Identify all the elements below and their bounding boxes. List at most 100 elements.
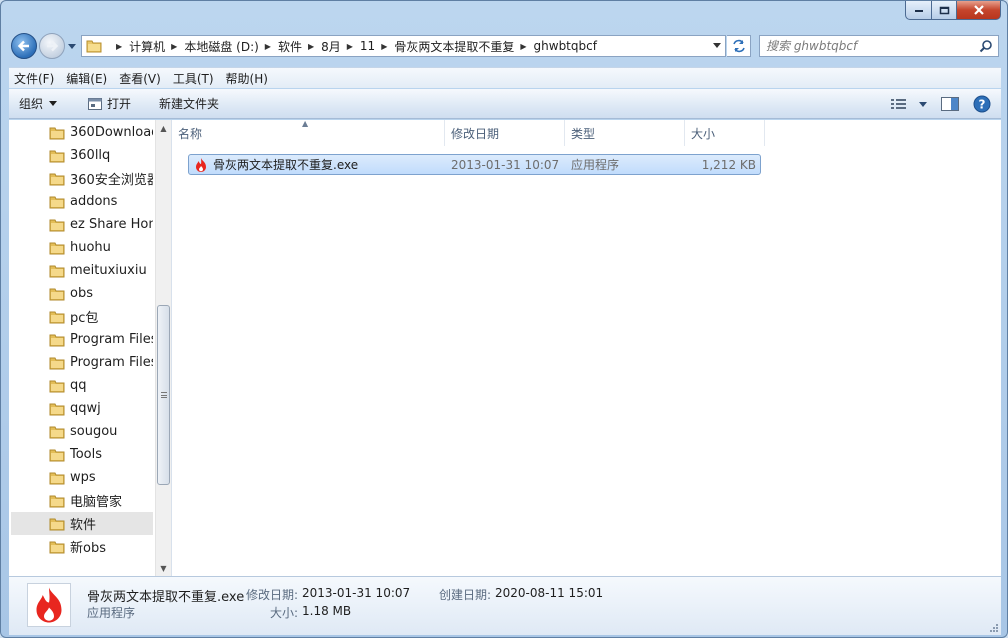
- breadcrumb-software[interactable]: 软件: [278, 38, 302, 55]
- nav-folder-label: pc包: [70, 311, 99, 326]
- recent-pages-dropdown[interactable]: [67, 41, 77, 51]
- nav-folder-label: obs: [70, 286, 93, 301]
- breadcrumb[interactable]: ▶ 计算机 ▶ 本地磁盘 (D:) ▶ 软件 ▶ 8月 ▶ 11 ▶ 骨灰两文本…: [81, 35, 726, 57]
- nav-folder-item[interactable]: wps: [11, 466, 153, 489]
- breadcrumb-drive-d[interactable]: 本地磁盘 (D:): [184, 38, 258, 55]
- search-input[interactable]: [760, 36, 970, 56]
- details-file-name: 骨灰两文本提取不重复.exe: [87, 590, 245, 605]
- column-modified[interactable]: 修改日期: [445, 120, 565, 146]
- nav-folder-item[interactable]: Program Files: [11, 328, 153, 351]
- breadcrumb-11[interactable]: 11: [360, 39, 375, 53]
- minimize-button[interactable]: [905, 1, 932, 20]
- open-button[interactable]: 打开: [77, 91, 141, 117]
- navigation-scrollbar[interactable]: ▲ ▼: [155, 120, 171, 576]
- folder-icon: [49, 495, 65, 507]
- breadcrumb-app-folder[interactable]: 骨灰两文本提取不重复: [394, 38, 514, 55]
- nav-folder-item[interactable]: 电脑管家: [11, 489, 153, 512]
- chevron-down-icon: [713, 43, 721, 48]
- nav-folder-item[interactable]: obs: [11, 282, 153, 305]
- nav-folder-item[interactable]: meituxiuxiu: [11, 259, 153, 282]
- nav-folder-label: wps: [70, 470, 96, 485]
- search-box[interactable]: [759, 35, 999, 57]
- file-size: 1,212 KB: [701, 157, 756, 172]
- menu-file[interactable]: 文件(F): [9, 70, 59, 87]
- nav-folder-item[interactable]: addons: [11, 190, 153, 213]
- breadcrumb-computer[interactable]: 计算机: [129, 38, 165, 55]
- nav-folder-item[interactable]: Tools: [11, 443, 153, 466]
- breadcrumb-august[interactable]: 8月: [321, 38, 341, 55]
- help-icon: ?: [973, 95, 991, 113]
- breadcrumb-separator-icon: ▶: [346, 41, 353, 51]
- scroll-up-icon[interactable]: ▲: [156, 120, 171, 136]
- nav-folder-item[interactable]: qq: [11, 374, 153, 397]
- close-button[interactable]: [957, 1, 1001, 20]
- nav-folder-item[interactable]: ez Share Home: [11, 213, 153, 236]
- resize-grip-icon[interactable]: [989, 623, 999, 633]
- change-view-button[interactable]: [891, 93, 927, 115]
- folder-icon: [49, 426, 65, 438]
- help-button[interactable]: ?: [973, 93, 991, 115]
- back-button[interactable]: [11, 33, 37, 59]
- maximize-icon: [939, 6, 949, 14]
- chevron-down-icon: [919, 101, 927, 107]
- nav-folder-item[interactable]: 360安全浏览器: [11, 167, 153, 190]
- column-headers: ▲ 名称 修改日期 类型 大小: [172, 119, 1001, 146]
- nav-folder-item[interactable]: 软件: [11, 512, 153, 535]
- organize-label: 组织: [19, 97, 44, 111]
- new-folder-button[interactable]: 新建文件夹: [149, 91, 229, 117]
- column-name[interactable]: ▲ 名称: [172, 119, 445, 146]
- nav-folder-item[interactable]: huohu: [11, 236, 153, 259]
- preview-pane-button[interactable]: [941, 93, 959, 115]
- column-type[interactable]: 类型: [565, 120, 685, 146]
- address-history-dropdown[interactable]: [713, 41, 721, 51]
- nav-folder-label: 电脑管家: [70, 495, 123, 510]
- file-list-pane[interactable]: ▲ 名称 修改日期 类型 大小 骨灰两文本提取不重复.exe 2013-01-3…: [172, 119, 1001, 576]
- breadcrumb-current[interactable]: ghwbtqbcf: [534, 39, 597, 53]
- file-name-cell: 骨灰两文本提取不重复.exe: [189, 156, 446, 173]
- nav-folder-label: huohu: [70, 240, 111, 255]
- grip-icon: [161, 392, 167, 398]
- nav-folder-label: 360llq: [70, 148, 111, 163]
- back-arrow-icon: [17, 40, 29, 52]
- nav-folder-item[interactable]: qqwj: [11, 397, 153, 420]
- refresh-button[interactable]: [727, 35, 751, 57]
- folder-icon: [49, 334, 65, 346]
- nav-folder-item[interactable]: pc包: [11, 305, 153, 328]
- search-icon[interactable]: [979, 39, 993, 53]
- flame-app-icon: [36, 587, 62, 623]
- caption-buttons: [905, 1, 1001, 21]
- open-app-icon: [88, 97, 103, 110]
- new-folder-label: 新建文件夹: [159, 97, 220, 111]
- details-thumbnail: [27, 583, 71, 627]
- nav-folder-label: Tools: [70, 447, 103, 462]
- breadcrumb-separator-icon: ▶: [307, 41, 315, 51]
- details-created-label: 创建日期:: [439, 588, 492, 602]
- scrollbar-thumb[interactable]: [157, 305, 170, 485]
- column-size[interactable]: 大小: [685, 120, 765, 146]
- organize-button[interactable]: 组织: [9, 91, 67, 117]
- folder-icon: [49, 242, 65, 254]
- view-controls: ?: [877, 93, 991, 115]
- folder-icon: [49, 265, 65, 277]
- menu-help[interactable]: 帮助(H): [221, 70, 273, 87]
- nav-folder-item[interactable]: 360Downloads: [11, 121, 153, 144]
- file-row[interactable]: 骨灰两文本提取不重复.exe 2013-01-31 10:07 应用程序 1,2…: [188, 154, 761, 175]
- minimize-icon: [914, 10, 923, 12]
- sort-ascending-icon: ▲: [302, 119, 309, 128]
- menu-tools[interactable]: 工具(T): [168, 70, 219, 87]
- folder-icon: [49, 380, 65, 392]
- details-view-icon: [891, 99, 906, 109]
- nav-folder-label: 360安全浏览器: [70, 173, 153, 188]
- scroll-down-icon[interactable]: ▼: [156, 560, 171, 576]
- nav-folder-item[interactable]: Program Files: [11, 351, 153, 374]
- nav-folder-item[interactable]: 360llq: [11, 144, 153, 167]
- forward-button[interactable]: [39, 33, 65, 59]
- menu-edit[interactable]: 编辑(E): [61, 70, 112, 87]
- nav-folder-item[interactable]: sougou: [11, 420, 153, 443]
- maximize-button[interactable]: [932, 1, 957, 20]
- folder-icon: [49, 541, 65, 553]
- nav-folder-item[interactable]: 新obs: [11, 535, 153, 558]
- file-name: 骨灰两文本提取不重复.exe: [213, 158, 359, 172]
- navigation-pane[interactable]: 360Downloads 360llq 360安全浏览器 addons ez Share…: [9, 120, 155, 576]
- menu-view[interactable]: 查看(V): [114, 70, 166, 87]
